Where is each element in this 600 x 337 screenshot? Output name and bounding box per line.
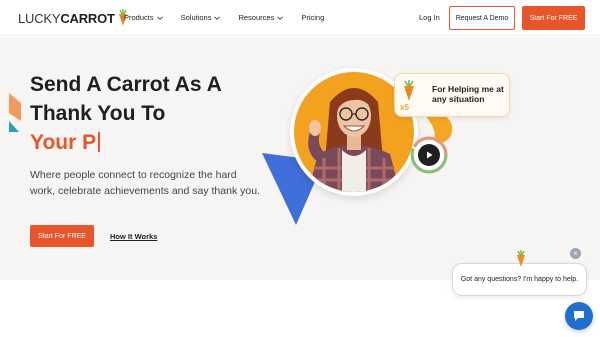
nav-pricing[interactable]: Pricing (301, 13, 324, 22)
start-free-button[interactable]: Start For FREE (522, 6, 585, 30)
play-button-inner (418, 144, 440, 166)
main-nav: Products Solutions Resources Pricing (124, 13, 342, 22)
brand-name: LUCKYCARROT (18, 10, 115, 26)
badge-multiplier: x5 (400, 103, 409, 112)
decorative-shape (9, 121, 19, 132)
play-video-button[interactable] (414, 140, 444, 170)
nav-products-label: Products (124, 13, 154, 22)
chevron-down-icon (214, 16, 221, 20)
nav-solutions[interactable]: Solutions (181, 13, 221, 22)
nav-solutions-label: Solutions (180, 13, 212, 22)
chat-message: Got any questions? I'm happy to help. (460, 276, 579, 283)
close-icon[interactable]: × (570, 248, 581, 259)
chat-icon (574, 311, 584, 321)
recognition-badge: x5 For Helping me at any situation (394, 73, 510, 117)
login-link[interactable]: Log In (419, 13, 440, 22)
carrot-icon (404, 80, 414, 101)
chevron-down-icon (277, 16, 284, 20)
nav-resources-label: Resources (238, 13, 275, 22)
decorative-shape (9, 93, 21, 121)
top-navigation: LUCKYCARROT Products Solutions Resources… (0, 0, 600, 36)
nav-products[interactable]: Products (124, 13, 163, 22)
hero-start-free-button[interactable]: Start For FREE (30, 225, 94, 247)
badge-text: For Helping me at any situation (432, 84, 504, 104)
headline-line-2: Thank You To (30, 102, 166, 125)
typing-caret (98, 132, 100, 152)
chevron-down-icon (156, 16, 163, 20)
hero-subtitle: Where people connect to recognize the ha… (30, 169, 260, 197)
play-icon (427, 151, 433, 159)
hero-headline: Send A Carrot As A Thank You To Your P (30, 70, 250, 157)
carrot-icon (517, 250, 525, 267)
request-demo-button[interactable]: Request A Demo (449, 6, 515, 30)
headline-typed-text: Your P (30, 131, 97, 154)
chat-launcher-button[interactable] (565, 302, 593, 330)
nav-resources[interactable]: Resources (238, 13, 284, 22)
brand-logo[interactable]: LUCKYCARROT (18, 9, 129, 27)
nav-pricing-label: Pricing (301, 13, 325, 22)
how-it-works-link[interactable]: How It Works (110, 232, 157, 241)
headline-line-1: Send A Carrot As A (30, 73, 222, 96)
